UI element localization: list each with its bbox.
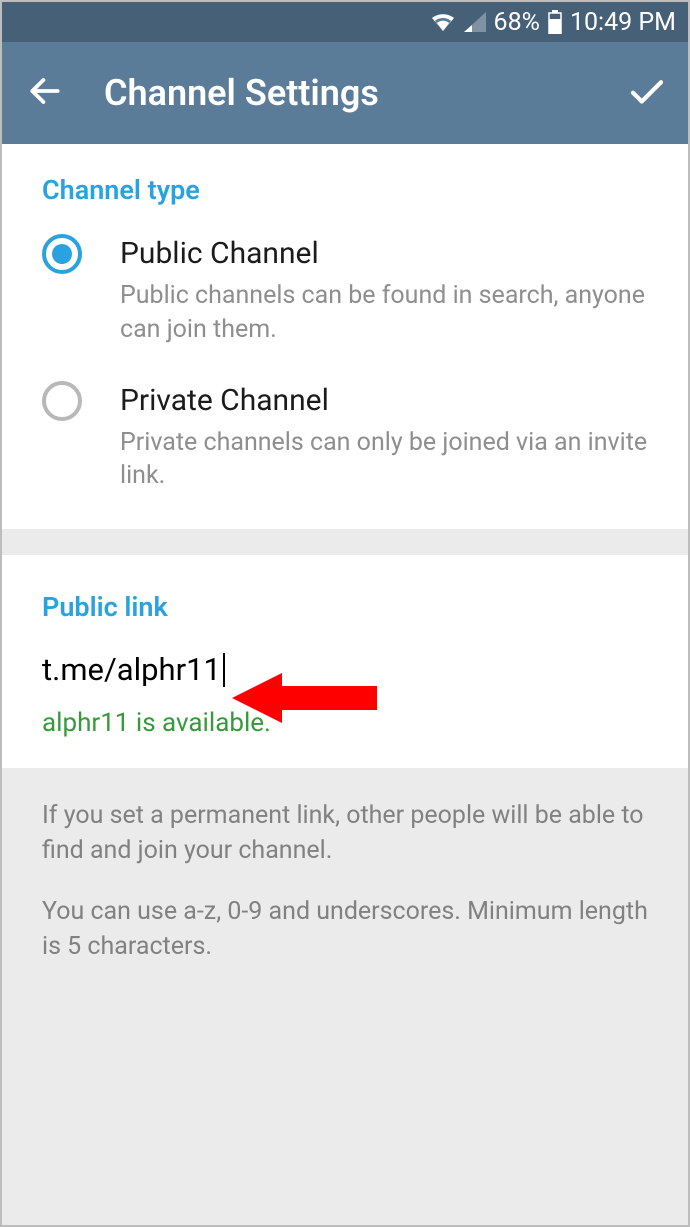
public-link-input[interactable]: t.me/alphr11 xyxy=(42,651,648,688)
text-cursor xyxy=(223,653,225,687)
cell-signal-icon xyxy=(464,12,486,32)
link-value: alphr11 xyxy=(117,651,221,688)
battery-percent: 68% xyxy=(494,8,540,37)
info-block: If you set a permanent link, other peopl… xyxy=(2,768,688,994)
link-availability: alphr11 is available. xyxy=(42,708,648,738)
clock: 10:49 PM xyxy=(570,8,676,37)
radio-title: Public Channel xyxy=(120,236,648,271)
link-prefix: t.me/ xyxy=(42,651,117,688)
page-title: Channel Settings xyxy=(104,72,626,114)
radio-private-channel[interactable]: Private Channel Private channels can onl… xyxy=(42,381,648,494)
app-bar: Channel Settings xyxy=(2,42,688,144)
confirm-icon[interactable] xyxy=(626,70,668,116)
public-link-section: Public link t.me/alphr11 alphr11 is avai… xyxy=(2,555,688,768)
channel-type-section: Channel type Public Channel Public chann… xyxy=(2,144,688,529)
radio-desc: Private channels can only be joined via … xyxy=(120,426,648,494)
section-gap xyxy=(2,529,688,555)
channel-type-header: Channel type xyxy=(42,174,648,206)
info-paragraph: If you set a permanent link, other peopl… xyxy=(42,798,648,868)
battery-icon xyxy=(548,10,562,34)
back-icon[interactable] xyxy=(26,72,64,114)
radio-public-channel[interactable]: Public Channel Public channels can be fo… xyxy=(42,234,648,347)
radio-icon xyxy=(42,381,82,421)
info-paragraph: You can use a-z, 0-9 and underscores. Mi… xyxy=(42,894,648,964)
public-link-header: Public link xyxy=(42,591,648,623)
radio-title: Private Channel xyxy=(120,383,648,418)
wifi-icon xyxy=(430,12,456,32)
status-bar: 68% 10:49 PM xyxy=(2,2,688,42)
radio-icon xyxy=(42,234,82,274)
radio-desc: Public channels can be found in search, … xyxy=(120,279,648,347)
